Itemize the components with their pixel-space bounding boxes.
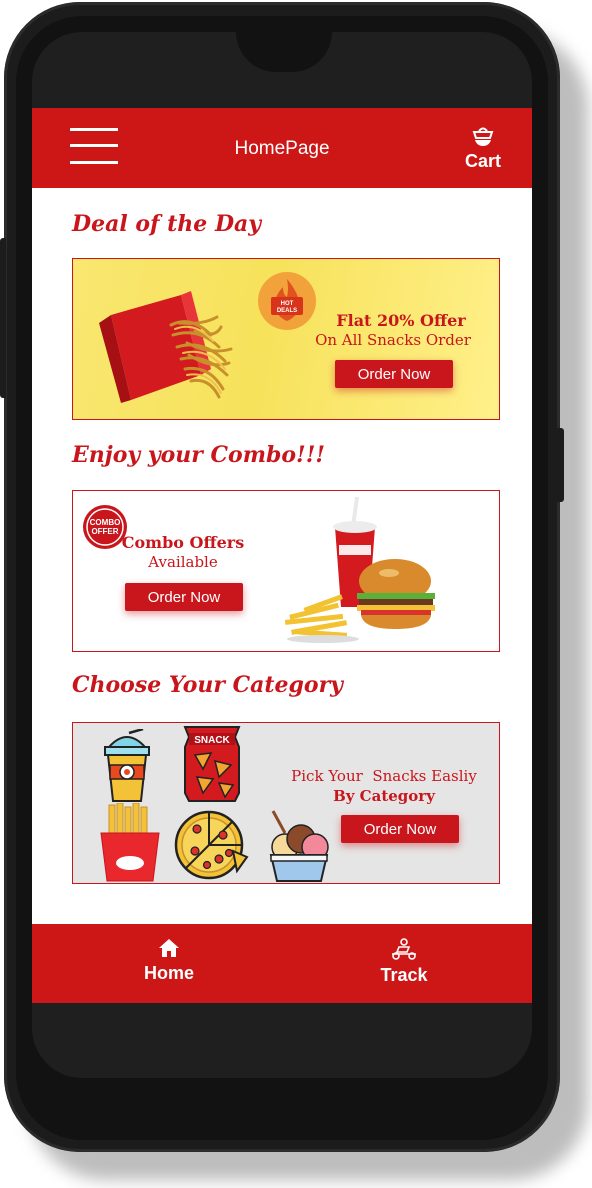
svg-text:DEALS: DEALS [277,308,297,314]
nav-track-label: Track [380,965,428,985]
cart-icon [472,127,494,146]
cart-button[interactable]: Cart [458,126,508,172]
category-line-1: Pick Your Snacks Easliy [291,767,477,785]
delivery-scooter-icon [392,938,416,960]
top-app-bar: HomePage Cart [32,108,532,188]
combo-subline: Available [148,553,218,571]
phone-side-button-left [0,238,6,398]
page-title: HomePage [234,138,330,159]
burger-fries-drink-image [284,497,435,643]
deal-subline: On All Snacks Order [315,331,471,349]
ice-cream-icon [269,810,329,882]
hot-deals-badge-icon: HOT DEALS [258,272,316,330]
category-section-title: Choose Your Category [72,672,343,698]
category-order-now-button[interactable]: Order Now [341,815,459,843]
snack-bag-icon: SNACK [183,726,241,802]
fries-icon [100,803,160,882]
deal-order-now-button[interactable]: Order Now [335,360,453,388]
category-line-2: By Category [333,787,435,805]
svg-text:HOT: HOT [281,301,294,307]
combo-section-title: Enjoy your Combo!!! [72,442,326,468]
category-banner[interactable]: SNACK Pick Your Snacks Easliy By Categor… [72,722,500,884]
combo-order-now-button[interactable]: Order Now [125,583,243,611]
svg-text:COMBO: COMBO [90,518,121,527]
snack-bag-label: SNACK [194,735,230,746]
combo-banner[interactable]: COMBO OFFER Combo Offers Available Order… [72,490,500,652]
nav-home-label: Home [143,963,194,983]
deal-banner[interactable]: HOT DEALS Flat 20% Offer On All Snacks O… [72,258,500,420]
combo-headline: Combo Offers [121,533,245,552]
home-icon [159,939,179,957]
bottom-navigation: Home Track [32,924,532,1003]
fries-box-image [99,291,233,403]
pizza-icon [174,810,249,880]
app-screen: HomePage Cart Deal of the Day HOT DEALS … [32,108,532,1003]
cart-label: Cart [464,151,501,171]
nav-track[interactable]: Track [344,938,464,986]
phone-side-button-right [556,428,564,502]
deal-headline: Flat 20% Offer [336,311,466,330]
deal-section-title: Deal of the Day [72,211,262,237]
nav-home[interactable]: Home [109,938,229,984]
drink-cup-icon [104,729,150,802]
